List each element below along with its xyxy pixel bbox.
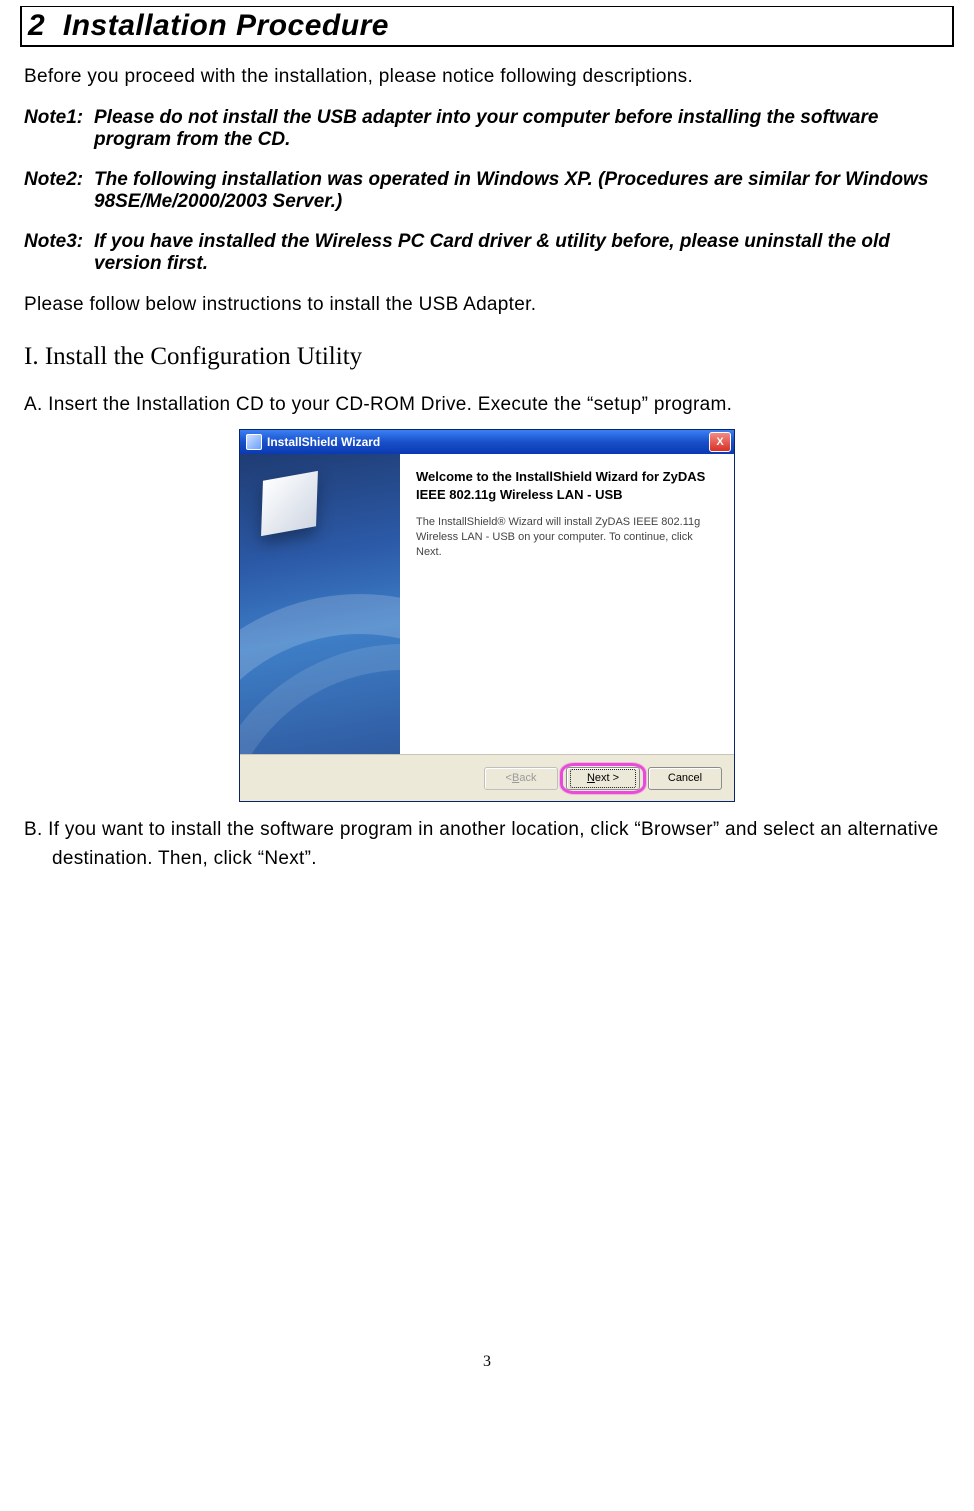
note-1: Note1: Please do not install the USB ada… — [24, 107, 950, 151]
window-title: InstallShield Wizard — [267, 435, 380, 449]
next-suffix: ext > — [595, 772, 619, 784]
note-2: Note2: The following installation was op… — [24, 169, 950, 213]
section-title: 2 Installation Procedure — [28, 9, 389, 42]
note-label: Note3: — [24, 231, 94, 275]
step-a: A. Insert the Installation CD to your CD… — [24, 391, 950, 420]
installshield-wizard-window: InstallShield Wizard X Welcome to the In… — [239, 429, 735, 802]
cancel-label: Cancel — [668, 772, 702, 784]
close-button[interactable]: X — [709, 432, 731, 452]
next-button-highlighted: Next > — [566, 767, 640, 790]
note-body: If you have installed the Wireless PC Ca… — [94, 231, 950, 275]
follow-paragraph: Please follow below instructions to inst… — [24, 293, 950, 317]
wizard-description: The InstallShield® Wizard will install Z… — [416, 515, 718, 560]
back-suffix: ack — [519, 772, 536, 784]
wizard-sidebar-graphic — [240, 454, 400, 754]
wizard-content: Welcome to the InstallShield Wizard for … — [400, 454, 734, 754]
section-name: Installation Procedure — [63, 9, 389, 42]
note-3: Note3: If you have installed the Wireles… — [24, 231, 950, 275]
close-icon: X — [716, 437, 723, 448]
step-b: B. If you want to install the software p… — [24, 816, 950, 873]
note-body: The following installation was operated … — [94, 169, 950, 213]
cancel-button[interactable]: Cancel — [648, 767, 722, 790]
note-label: Note2: — [24, 169, 94, 213]
subsection-heading: I. Install the Configuration Utility — [24, 343, 950, 371]
next-button[interactable]: Next > — [566, 767, 640, 790]
app-icon — [246, 434, 262, 450]
wizard-footer: < Back Next > Cancel — [240, 754, 734, 801]
intro-paragraph: Before you proceed with the installation… — [24, 65, 950, 89]
back-underline: B — [512, 772, 519, 784]
page-number: 3 — [20, 1353, 954, 1371]
note-body: Please do not install the USB adapter in… — [94, 107, 950, 151]
wizard-body: Welcome to the InstallShield Wizard for … — [240, 454, 734, 754]
wizard-heading: Welcome to the InstallShield Wizard for … — [416, 468, 718, 503]
window-titlebar[interactable]: InstallShield Wizard X — [240, 430, 734, 454]
next-underline: N — [587, 772, 595, 784]
section-number: 2 — [28, 9, 45, 42]
back-button: < Back — [484, 767, 558, 790]
section-heading-box: 2 Installation Procedure — [20, 6, 954, 47]
note-label: Note1: — [24, 107, 94, 151]
box-graphic-icon — [261, 471, 318, 536]
